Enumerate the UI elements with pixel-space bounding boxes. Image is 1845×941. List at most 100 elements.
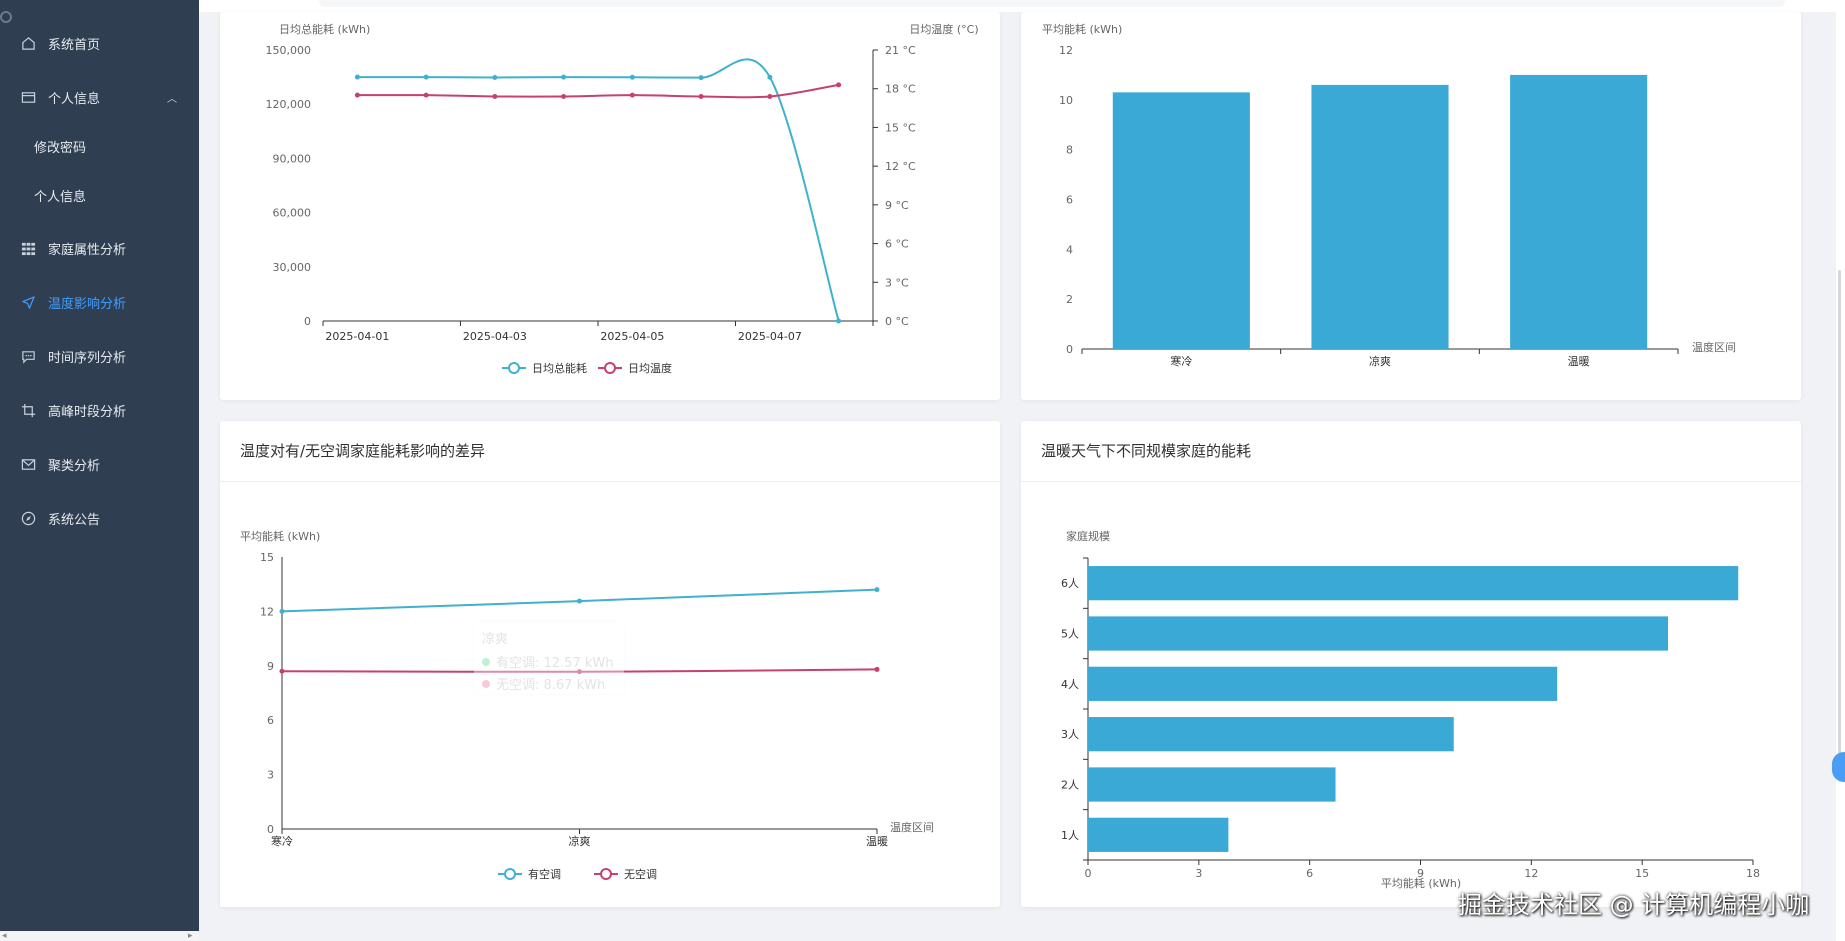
y2-tick-label: 18 °C: [885, 83, 916, 96]
legend-marker: [604, 362, 616, 374]
top-header-strip: [199, 0, 1845, 12]
chart-household-size-energy: 家庭规模0 3 6 9 12 15 18平均能耗 (kWh)1人2人3人4人5人6人: [1061, 529, 1760, 890]
data-point: [767, 93, 773, 99]
sidebar-item-temperature-analysis[interactable]: 温度影响分析: [0, 282, 199, 322]
y-tick-label: 6人: [1061, 577, 1079, 590]
x-axis-title: 温度区间: [890, 820, 934, 834]
bar: [1510, 74, 1648, 349]
sidebar-item-time-series[interactable]: 时间序列分析: [0, 336, 199, 376]
sidebar-item-change-password[interactable]: 修改密码: [0, 126, 199, 166]
sidebar-item-label: 修改密码: [34, 140, 87, 156]
bar: [1088, 616, 1669, 651]
sidebar-item-home[interactable]: 系统首页: [0, 23, 199, 63]
y-tick-label: 15: [260, 551, 274, 564]
x-tick-label: 2025-04-07: [738, 330, 802, 343]
bar: [1088, 566, 1739, 601]
floating-side-button[interactable]: [1832, 752, 1845, 782]
y-tick-label: 90,000: [273, 152, 312, 165]
y-tick-label: 12: [1059, 44, 1073, 57]
y2-tick-label: 21 °C: [885, 44, 916, 57]
y-tick-label: 10: [1059, 94, 1073, 107]
data-point: [279, 608, 285, 614]
y-tick-label: 60,000: [273, 207, 312, 220]
y-tick-label: 0: [1066, 343, 1073, 356]
y-tick-label: 6: [267, 714, 274, 727]
chart-avg-energy-by-temperature: 平均能耗 (kWh) 0 2 4 6 8 10 12 温度区间寒冷 凉爽 温暖: [1042, 22, 1736, 368]
tooltip-row-no-ac: 无空调: 8.67 kWh: [496, 678, 606, 693]
sidebar-item-label: 家庭属性分析: [48, 242, 127, 258]
card-daily-energy-temperature: 日均总能耗 (kWh) 日均温度 (°C) 0 30,000 60,000 90,000 1…: [220, 12, 1000, 400]
scrollbar-thumb[interactable]: [1838, 270, 1841, 770]
sidebar-item-label: 个人信息: [34, 189, 87, 205]
legend-marker: [504, 868, 516, 880]
tooltip-title: 凉爽: [482, 632, 509, 647]
compass-icon: [20, 510, 36, 526]
y-tick-label: 5人: [1061, 628, 1079, 641]
data-point: [423, 92, 429, 98]
y-tick-label: 0: [304, 315, 311, 328]
chat-icon: [20, 348, 36, 364]
y-tick-label: 3: [267, 769, 274, 782]
chevron-up-icon: ︿: [167, 93, 177, 105]
x-tick-label: 2025-04-05: [600, 330, 664, 343]
watermark: 掘金技术社区 @ 计算机编程小咖: [1458, 891, 1810, 919]
series-line: [357, 83, 839, 99]
x-tick-label: 寒冷: [271, 834, 293, 848]
data-point: [279, 668, 285, 674]
card-avg-energy-by-temperature: 平均能耗 (kWh) 0 2 4 6 8 10 12 温度区间 寒冷 凉爽 温暖: [1021, 12, 1801, 400]
legend-marker: [600, 868, 612, 880]
data-point: [874, 587, 880, 593]
header-bar: [319, 0, 1785, 7]
sidebar-item-announcements[interactable]: 系统公告: [0, 498, 199, 538]
y-tick-label: 6: [1066, 194, 1073, 207]
legend-label: 日均温度: [628, 361, 672, 375]
x-tick-label: 凉爽: [1369, 354, 1391, 368]
sidebar-item-peak-hours[interactable]: 高峰时段分析: [0, 390, 199, 430]
data-point: [836, 318, 842, 324]
sidebar-item-household-analysis[interactable]: 家庭属性分析: [0, 228, 199, 268]
sidebar-item-label: 系统首页: [48, 37, 101, 53]
x-tick-label: 寒冷: [1170, 354, 1192, 368]
data-point: [629, 92, 635, 98]
data-point: [354, 92, 360, 98]
x-tick-label: 18: [1746, 867, 1760, 880]
x-tick-label: 凉爽: [569, 834, 591, 848]
horizontal-scrollbar[interactable]: ◂ ▸: [0, 931, 199, 941]
legend-label: 无空调: [624, 867, 657, 881]
data-point: [767, 74, 773, 80]
y2-tick-label: 3 °C: [885, 276, 909, 289]
scroll-left-icon[interactable]: ◂: [2, 931, 7, 941]
vertical-scrollbar[interactable]: [1836, 0, 1845, 941]
data-point: [577, 598, 582, 604]
sidebar-item-label: 高峰时段分析: [48, 404, 127, 420]
data-point: [836, 82, 842, 88]
chart-tooltip: 凉爽 有空调: 12.57 kWh 无空调: 8.67 kWh: [474, 622, 624, 694]
y-tick-label: 120,000: [266, 98, 312, 111]
send-icon: [20, 294, 36, 310]
bar: [1088, 666, 1558, 701]
data-point: [492, 93, 498, 99]
data-point: [561, 93, 567, 99]
scroll-right-icon[interactable]: ▸: [188, 931, 193, 941]
y2-tick-label: 0 °C: [885, 315, 909, 328]
sidebar-item-personal-info-group[interactable]: 个人信息 ︿: [0, 77, 199, 117]
sidebar-item-personal-info[interactable]: 个人信息: [0, 175, 199, 215]
series-line: [357, 58, 840, 322]
legend-dot-icon: [482, 679, 490, 688]
data-point: [492, 74, 498, 80]
bar: [1088, 717, 1454, 752]
x-axis-title: 平均能耗 (kWh): [1381, 876, 1461, 890]
bar: [1088, 767, 1336, 802]
wallet-icon: [20, 89, 36, 105]
y-tick-label: 3人: [1061, 728, 1079, 741]
data-point: [354, 74, 360, 80]
x-tick-label: 2025-04-01: [325, 330, 389, 343]
y-tick-label: 2: [1066, 293, 1073, 306]
y-tick-label: 9: [267, 660, 274, 673]
bar: [1112, 92, 1250, 349]
x-tick-label: 温暖: [866, 835, 888, 848]
crop-icon: [20, 402, 36, 418]
sidebar-item-clustering[interactable]: 聚类分析: [0, 444, 199, 484]
tooltip-row-ac: 有空调: 12.57 kWh: [496, 656, 614, 671]
y-tick-label: 30,000: [273, 261, 312, 274]
